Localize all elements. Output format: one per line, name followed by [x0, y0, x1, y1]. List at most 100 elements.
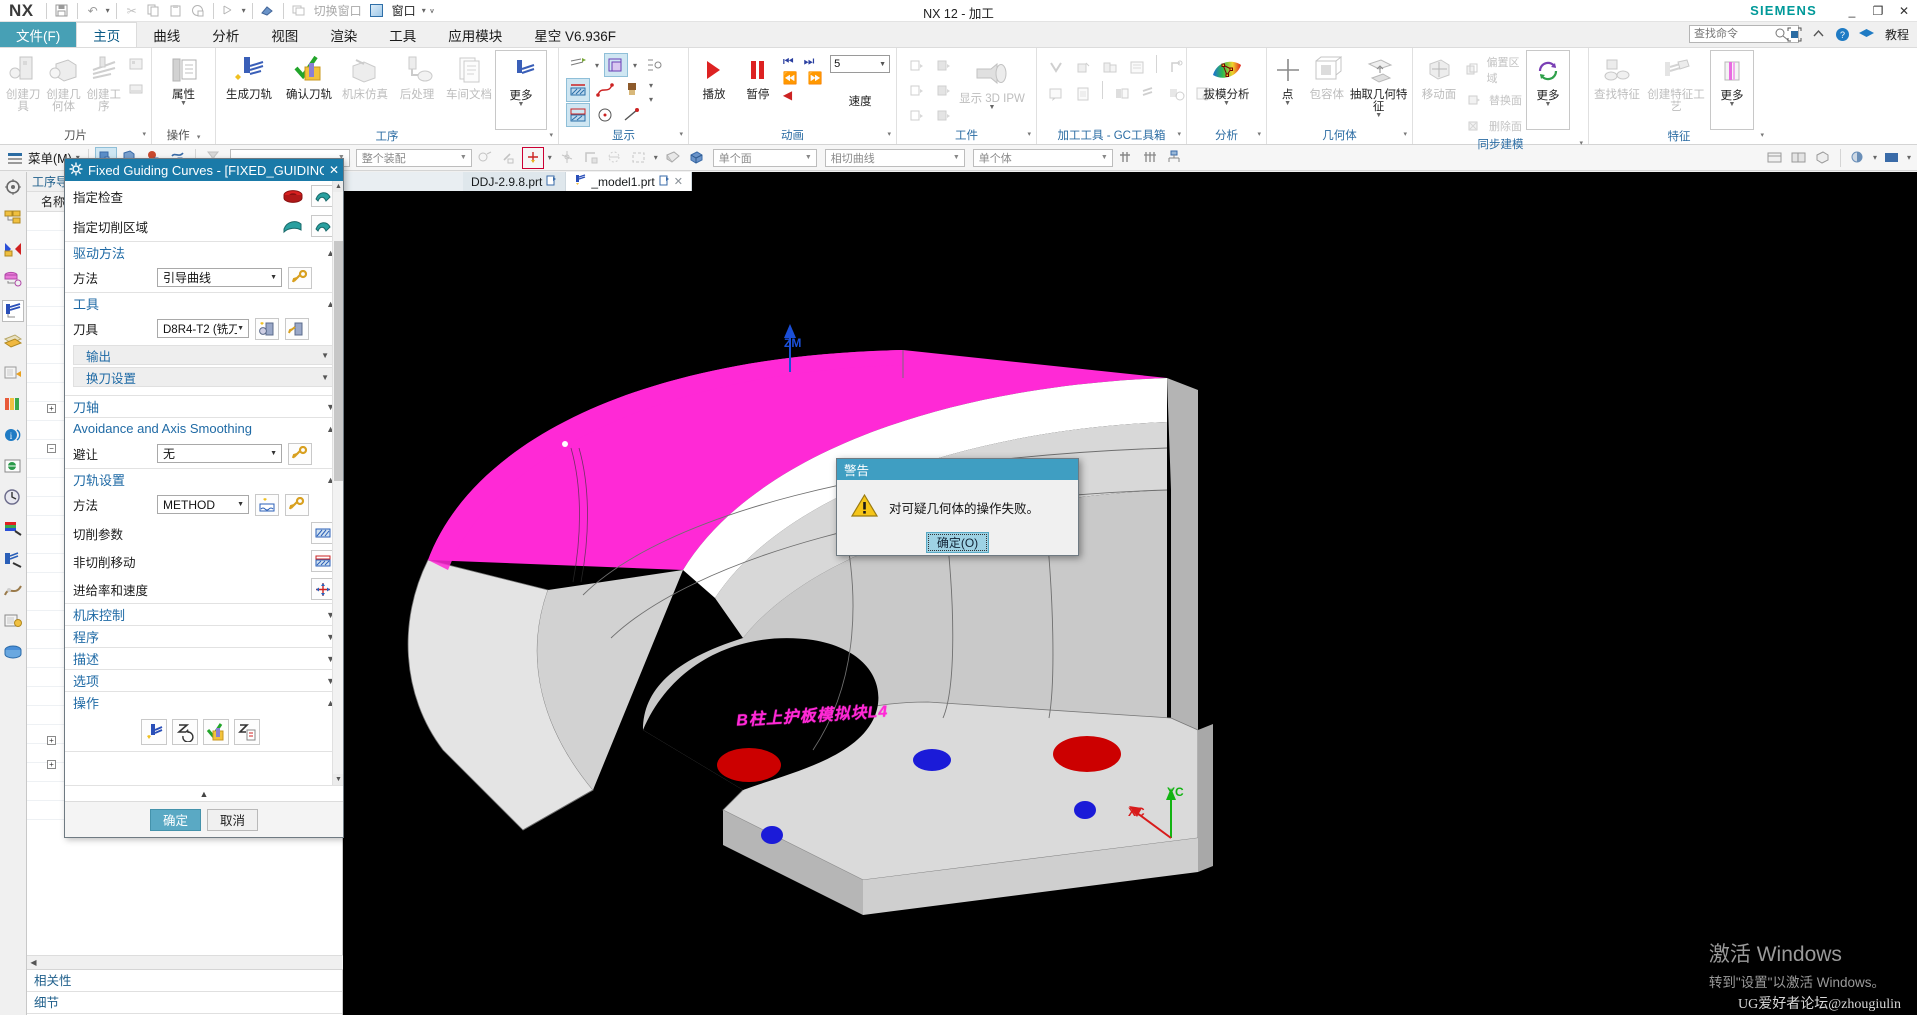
- show-3d-ipw-button[interactable]: 显示 3D IPW ▼: [955, 54, 1029, 111]
- replace-face-icon[interactable]: [1462, 88, 1486, 112]
- system-material-icon[interactable]: [2, 548, 24, 570]
- scroll-left-icon[interactable]: ◀: [27, 956, 40, 969]
- tab-render[interactable]: 渲染: [314, 22, 373, 47]
- tree-expand-icon[interactable]: +: [47, 760, 56, 769]
- tree-collapse-icon[interactable]: −: [47, 444, 56, 453]
- switch-window-label[interactable]: 切换窗口: [310, 2, 366, 19]
- extract-geometry-button[interactable]: 抽取几何特征 ▼: [1348, 50, 1409, 119]
- ipw-display-2-icon[interactable]: [931, 54, 955, 78]
- paste-icon[interactable]: [165, 1, 187, 21]
- gc-tool-6-icon[interactable]: [1044, 81, 1068, 105]
- redo-icon[interactable]: [218, 1, 240, 21]
- check-geometry-icon[interactable]: [281, 185, 305, 207]
- part-navigator-icon[interactable]: [2, 207, 24, 229]
- wcs-icon[interactable]: [580, 147, 602, 169]
- operation-dialog-titlebar[interactable]: Fixed Guiding Curves - [FIXED_GUIDING_..…: [65, 159, 343, 181]
- scroll-down-icon[interactable]: ▼: [333, 774, 343, 785]
- gc-tool-3-icon[interactable]: [1098, 55, 1122, 79]
- chevron-down-icon[interactable]: ▼: [270, 450, 277, 457]
- properties-dropdown-icon[interactable]: ▼: [180, 100, 187, 107]
- process-studio-icon[interactable]: [2, 610, 24, 632]
- generate-toolpath-button[interactable]: 生成刀轨: [219, 50, 279, 101]
- orient-icon[interactable]: [556, 147, 578, 169]
- face-rule-combo[interactable]: 单个面 ▼: [712, 148, 817, 167]
- tool-combo[interactable]: D8R4-T2 (铣刀-王 ▼: [157, 319, 249, 338]
- chevron-down-icon[interactable]: ▼: [321, 373, 329, 382]
- snap-dropdown-icon[interactable]: ▾: [546, 153, 554, 162]
- assembly-scope-combo[interactable]: 整个装配 ▼: [355, 148, 472, 167]
- background-color-dropdown-icon[interactable]: ▾: [1905, 153, 1913, 162]
- snap-center-icon[interactable]: [521, 146, 544, 169]
- edit-tool-icon[interactable]: [285, 317, 309, 340]
- shaded-display-icon[interactable]: [662, 147, 684, 169]
- chevron-down-icon[interactable]: ▼: [321, 351, 329, 360]
- follow-fillet-icon[interactable]: [1139, 147, 1161, 169]
- operation-navigator-icon-2[interactable]: [2, 269, 24, 291]
- method-combo[interactable]: METHOD ▼: [157, 495, 249, 514]
- reverse-icon[interactable]: ◀: [783, 88, 792, 102]
- view-top-icon[interactable]: [1764, 147, 1786, 169]
- show-3d-ipw-dropdown-icon[interactable]: ▼: [989, 104, 996, 111]
- command-search[interactable]: [1689, 25, 1799, 43]
- section-tool-axis-header[interactable]: 刀轴 ▼: [65, 396, 343, 417]
- gc-tool-5-icon[interactable]: [1164, 55, 1188, 79]
- switch-window-icon[interactable]: [288, 1, 310, 21]
- ipw-display-6-icon[interactable]: [931, 104, 955, 128]
- tool-display-dropdown-icon[interactable]: ▾: [647, 81, 655, 90]
- drive-method-combo[interactable]: 引导曲线 ▼: [157, 268, 282, 287]
- gc-tool-8-icon[interactable]: [1110, 81, 1134, 105]
- subsection-output[interactable]: 输出 ▼: [73, 345, 335, 365]
- sphere-select-icon[interactable]: [604, 147, 626, 169]
- toolpath-dialog-launcher-icon[interactable]: ▾: [549, 128, 553, 143]
- stop-at-intersection-icon[interactable]: [1115, 147, 1137, 169]
- replay-icon[interactable]: [172, 719, 198, 745]
- synchronous-more-dropdown-icon[interactable]: ▼: [1545, 101, 1552, 108]
- cut-icon[interactable]: ✂: [121, 1, 143, 21]
- delete-face-icon[interactable]: [1462, 114, 1486, 138]
- section-avoidance-header[interactable]: Avoidance and Axis Smoothing ▲: [65, 418, 343, 439]
- roles-icon[interactable]: [2, 641, 24, 663]
- operation-dialog[interactable]: Fixed Guiding Curves - [FIXED_GUIDING_..…: [64, 158, 344, 838]
- help-icon[interactable]: ?: [1833, 24, 1853, 44]
- display-tool-path-dropdown-icon[interactable]: ▾: [593, 61, 601, 70]
- point-button[interactable]: 点 ▼: [1270, 50, 1305, 107]
- display-center-icon[interactable]: [642, 53, 666, 77]
- avoidance-row[interactable]: 避让 无 ▼: [65, 439, 343, 468]
- chevron-down-icon[interactable]: ▼: [460, 154, 467, 161]
- speed-dropdown-icon[interactable]: ▼: [879, 61, 886, 68]
- step-back-icon[interactable]: ⏪: [783, 71, 798, 85]
- close-button[interactable]: ✕: [1891, 0, 1917, 22]
- save-icon[interactable]: [51, 1, 73, 21]
- cancel-button[interactable]: 取消: [207, 808, 259, 831]
- dialog-collapse-toggle[interactable]: ▲: [65, 785, 343, 801]
- feature-more-dropdown-icon[interactable]: ▼: [1729, 101, 1736, 108]
- non-cutting-moves-row[interactable]: 非切削移动: [65, 547, 343, 575]
- gc-toolbox-dialog-launcher-icon[interactable]: ▾: [1177, 127, 1181, 142]
- specify-cut-region-row[interactable]: 指定切削区域: [65, 211, 343, 241]
- section-options-header[interactable]: 选项 ▼: [65, 670, 343, 691]
- tool-display-icon[interactable]: [620, 78, 644, 102]
- properties-button[interactable]: 属性 ▼: [158, 50, 210, 107]
- tab-view[interactable]: 视图: [255, 22, 314, 47]
- fullscreen-icon[interactable]: [1785, 24, 1805, 44]
- display-dialog-launcher-icon[interactable]: ▾: [679, 127, 683, 142]
- list-icon[interactable]: [234, 719, 260, 745]
- verify-toolpath-button[interactable]: 确认刀轨: [279, 50, 339, 101]
- chevron-down-icon[interactable]: ▼: [1101, 154, 1108, 161]
- first-step-icon[interactable]: ⏮: [783, 54, 794, 69]
- offset-region-icon[interactable]: [1462, 58, 1484, 82]
- file-tab-ddj[interactable]: DDJ-2.9.8.prt: [463, 172, 567, 191]
- close-icon[interactable]: ✕: [674, 175, 683, 188]
- minimize-button[interactable]: _: [1839, 0, 1865, 22]
- body-rule-combo[interactable]: 单个体 ▼: [972, 148, 1113, 167]
- display-tool-path-icon[interactable]: [566, 53, 590, 77]
- curve-rule-combo[interactable]: 相切曲线 ▼: [824, 148, 965, 167]
- dialog-scrollbar[interactable]: ▲ ▼: [332, 181, 343, 785]
- bounding-body-button[interactable]: 包容体: [1305, 50, 1348, 101]
- generate-icon[interactable]: [141, 719, 167, 745]
- feature-more-button[interactable]: 更多 ▼: [1710, 50, 1754, 130]
- create-program-icon[interactable]: [124, 53, 148, 77]
- play-button[interactable]: 播放: [692, 50, 736, 101]
- synchronous-dialog-launcher-icon[interactable]: ▾: [1579, 136, 1583, 151]
- tutorial-icon[interactable]: [1857, 24, 1877, 44]
